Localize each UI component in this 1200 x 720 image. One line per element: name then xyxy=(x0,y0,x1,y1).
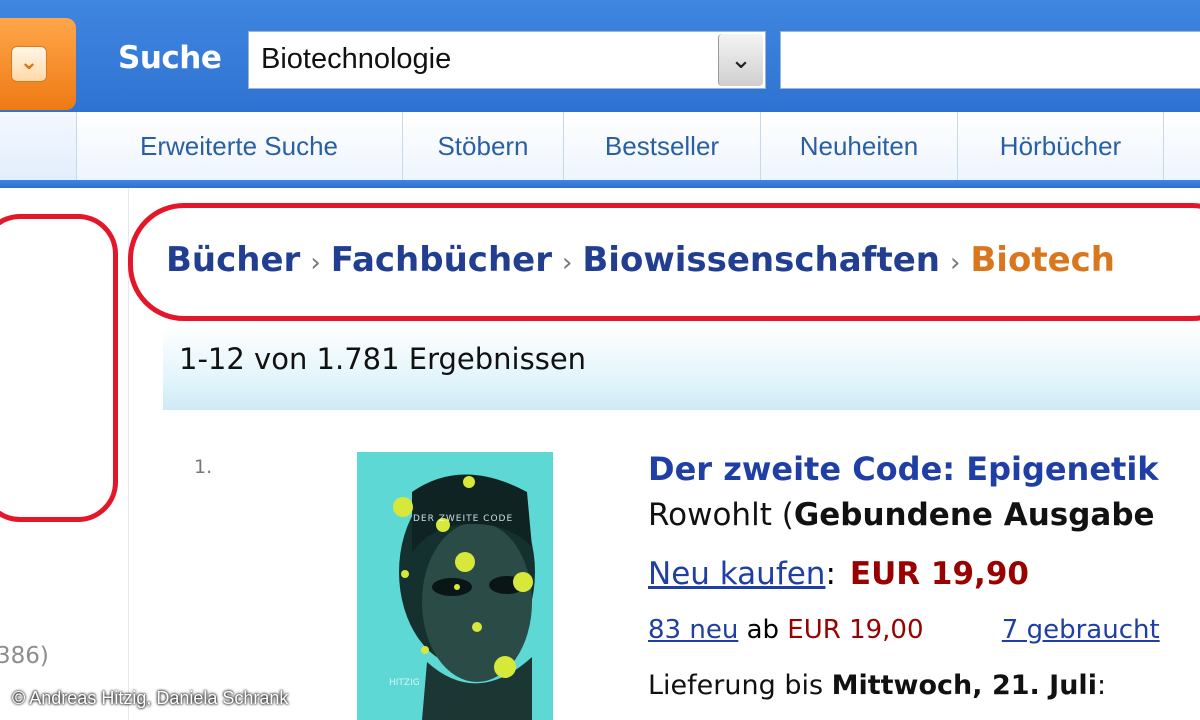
new-offers-link[interactable]: 83 neu xyxy=(648,615,738,645)
product-buy-line: Neu kaufen: EUR 19,90 xyxy=(648,556,1029,592)
breadcrumb-item-biowissenschaften[interactable]: Biowissenschaften xyxy=(582,240,940,280)
cover-title-text: DER ZWEITE CODE xyxy=(413,514,514,524)
nav-divider xyxy=(0,180,1200,188)
delivery-date: Mittwoch, 21. Juli xyxy=(831,670,1097,701)
left-category-count: 386) xyxy=(0,643,49,669)
product-offers-line: 83 neu ab EUR 19,00 7 gebraucht xyxy=(648,615,1160,645)
search-label: Suche xyxy=(118,40,222,76)
breadcrumb-separator-icon: › xyxy=(561,248,573,278)
photo-credit: © Andreas Hitzig, Daniela Schrank xyxy=(12,688,289,708)
buy-new-link[interactable]: Neu kaufen xyxy=(648,556,825,592)
breadcrumb-separator-icon: › xyxy=(310,248,321,278)
category-select-value: Biotechnologie xyxy=(261,43,452,75)
breadcrumb: Bücher › Fachbücher › Biowissenschaften › Biot… xyxy=(166,240,1115,280)
offers-price: EUR 19,00 xyxy=(787,615,924,645)
breadcrumb-separator-icon: › xyxy=(949,248,961,278)
delivery-prefix: Lieferung bis xyxy=(648,670,824,701)
product-publisher: Rowohlt xyxy=(648,497,772,533)
product-price: EUR 19,90 xyxy=(849,556,1029,592)
top-search-bar: ⌄ Suche Biotechnologie ⌄ xyxy=(0,0,1200,112)
nav-item-neuheiten[interactable]: Neuheiten xyxy=(761,112,958,180)
book-cover-image[interactable]: DER ZWEITE CODE HITZIG xyxy=(357,452,553,720)
left-panel-highlight xyxy=(0,214,118,522)
chevron-down-icon: ⌄ xyxy=(11,46,47,82)
nav-bar: Erweiterte Suche Stöbern Bestseller Neuh… xyxy=(0,112,1200,180)
breadcrumb-current: Biotech xyxy=(970,240,1115,280)
product-title-link[interactable]: Der zweite Code: Epigenetik xyxy=(648,450,1159,488)
nav-item-bestseller[interactable]: Bestseller xyxy=(564,112,761,180)
nav-item-erweiterte-suche[interactable]: Erweiterte Suche xyxy=(76,112,403,180)
breadcrumb-item-fachbuecher[interactable]: Fachbücher xyxy=(331,240,552,280)
result-rank: 1. xyxy=(194,456,213,478)
delivery-info: Lieferung bis Mittwoch, 21. Juli: xyxy=(648,670,1107,701)
cover-author-text: HITZIG xyxy=(389,678,420,688)
results-header: 1-12 von 1.781 Ergebnissen xyxy=(163,326,1200,410)
category-select[interactable]: Biotechnologie ⌄ xyxy=(248,31,766,89)
breadcrumb-item-buecher[interactable]: Bücher xyxy=(166,240,300,280)
used-offers-link[interactable]: 7 gebraucht xyxy=(1002,615,1160,645)
product-binding: Gebundene Ausgabe xyxy=(793,497,1155,533)
menu-button[interactable]: ⌄ xyxy=(0,18,76,110)
search-input[interactable] xyxy=(780,31,1200,89)
offers-from-label: ab xyxy=(746,615,780,645)
nav-left-cell xyxy=(0,112,77,180)
dropdown-arrow-icon[interactable]: ⌄ xyxy=(718,34,763,86)
nav-item-stoebern[interactable]: Stöbern xyxy=(403,112,564,180)
product-publisher-line: Rowohlt (Gebundene Ausgabe xyxy=(648,497,1155,533)
nav-item-hoerbuecher[interactable]: Hörbücher xyxy=(958,112,1164,180)
cover-face-illustration xyxy=(357,452,553,720)
results-count: 1-12 von 1.781 Ergebnissen xyxy=(179,342,587,376)
